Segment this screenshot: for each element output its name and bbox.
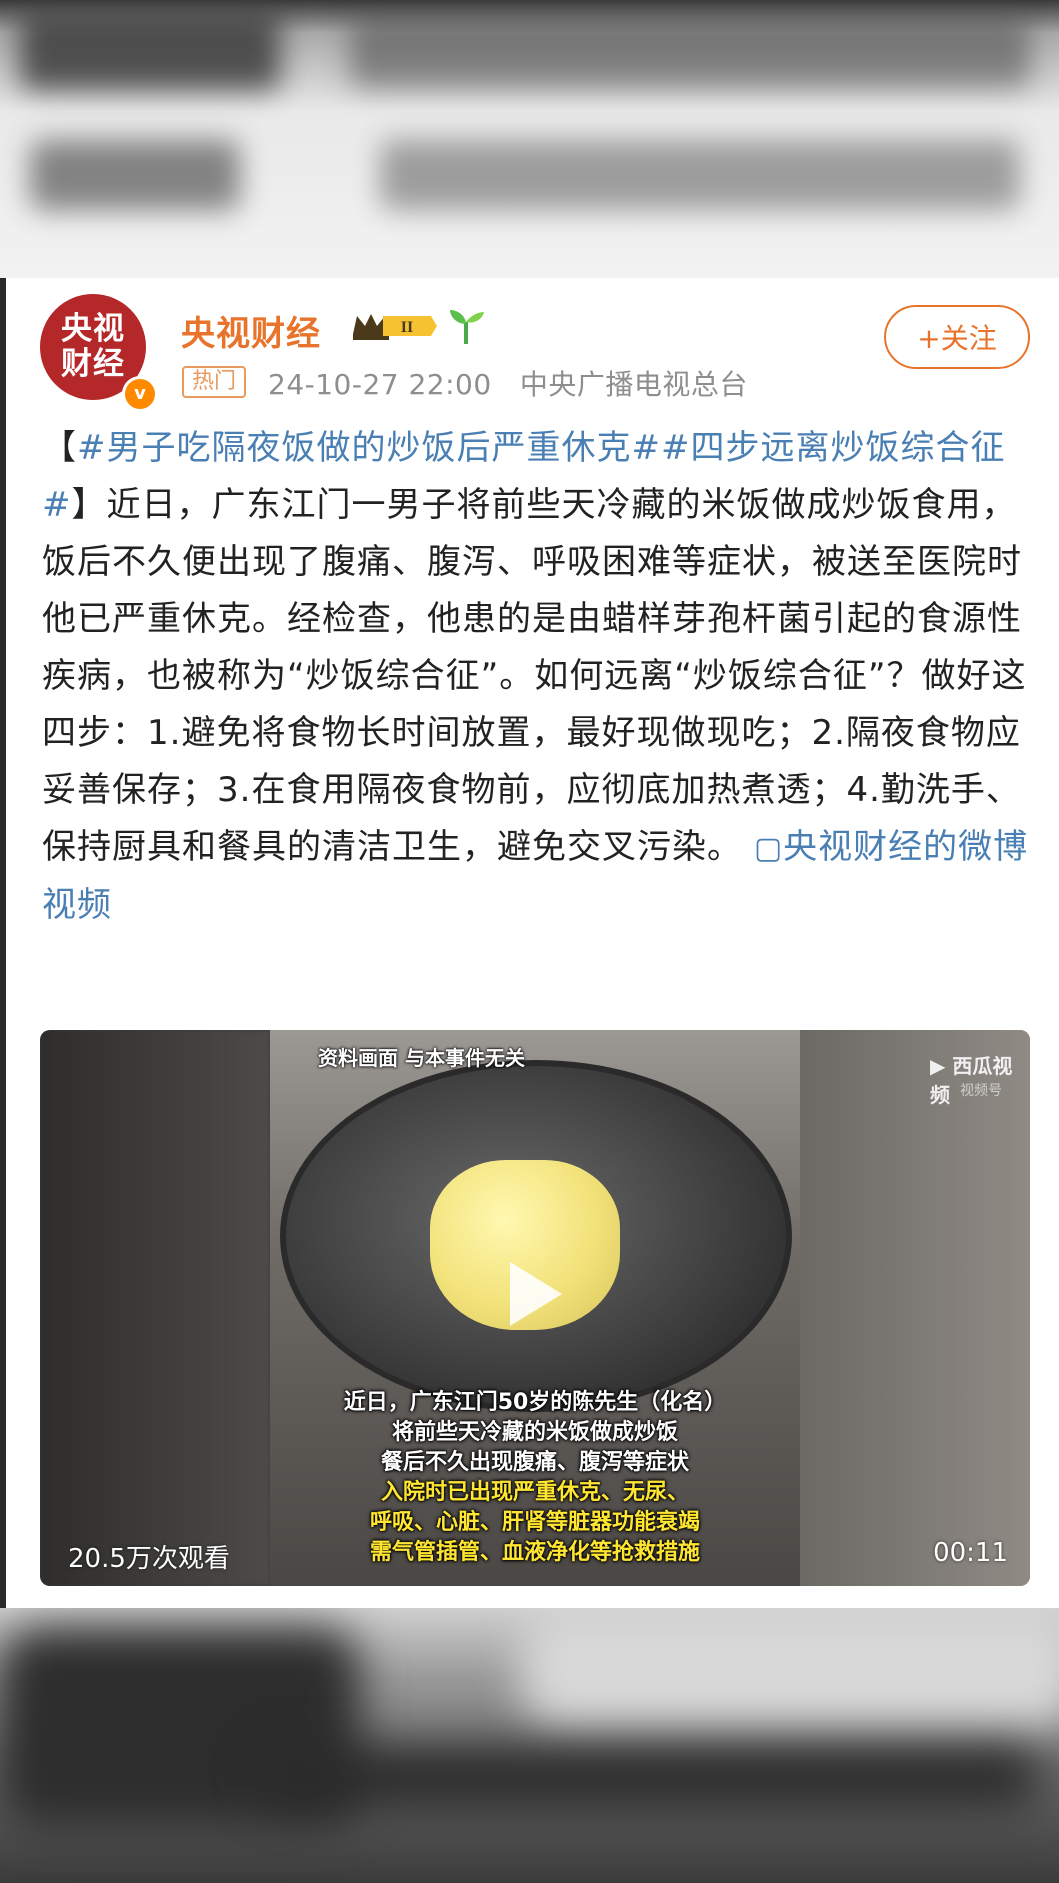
- watermark-play-icon: ▶: [930, 1054, 946, 1078]
- video-duration: 00:11: [933, 1538, 1008, 1568]
- view-count: 20.5万次观看: [68, 1544, 230, 1574]
- level-badge-text: II: [401, 319, 413, 336]
- avatar[interactable]: 央视 财经 v: [40, 294, 158, 412]
- post-body: 【#男子吃隔夜饭做的炒饭后严重休克##四步远离炒饭综合征#】近日，广东江门一男子…: [42, 420, 1032, 934]
- video-caption: 近日，广东江门50岁的陈先生（化名） 将前些天冷藏的米饭做成炒饭 餐后不久出现腹…: [343, 1390, 727, 1565]
- watermark-sub: 视频号: [960, 1083, 1002, 1099]
- crown-level-icon: II: [353, 314, 437, 340]
- play-icon[interactable]: [510, 1262, 562, 1326]
- post-text: 近日，广东江门一男子将前些天冷藏的米饭做成炒饭食用，饭后不久便出现了腹痛、腹泻、…: [42, 485, 1027, 867]
- sprout-icon: [450, 310, 484, 344]
- video-blur-left: [40, 1030, 270, 1586]
- video-player[interactable]: 资料画面 与本事件无关 ▶ 西瓜视频 视频号 近日，广东江门50岁的陈先生（化名…: [40, 1030, 1030, 1586]
- weibo-post-card: 央视 财经 v 央视财经 II 热门 24-10-27 22:00 中央广播电视…: [6, 278, 1059, 1608]
- video-link-icon: ▢: [753, 831, 784, 866]
- username[interactable]: 央视财经: [181, 306, 321, 355]
- post-timestamp: 24-10-27 22:00: [268, 368, 492, 401]
- follow-button[interactable]: +关注: [884, 305, 1030, 369]
- bracket-open: 【: [42, 428, 77, 468]
- video-disclaimer: 资料画面 与本事件无关: [318, 1046, 525, 1070]
- video-blur-right: [800, 1030, 1030, 1586]
- bracket-close: 】: [71, 485, 107, 525]
- blurred-header: [0, 0, 1059, 278]
- post-meta: 24-10-27 22:00 中央广播电视总台: [268, 363, 748, 403]
- avatar-logo-text: 央视 财经: [61, 311, 125, 382]
- post-source: 中央广播电视总台: [519, 368, 748, 401]
- hashtag-link[interactable]: #男子吃隔夜饭做的炒饭后严重休克#: [77, 428, 661, 468]
- hot-tag: 热门: [182, 366, 247, 398]
- blurred-footer: [0, 1608, 1059, 1883]
- verified-icon: v: [122, 376, 158, 412]
